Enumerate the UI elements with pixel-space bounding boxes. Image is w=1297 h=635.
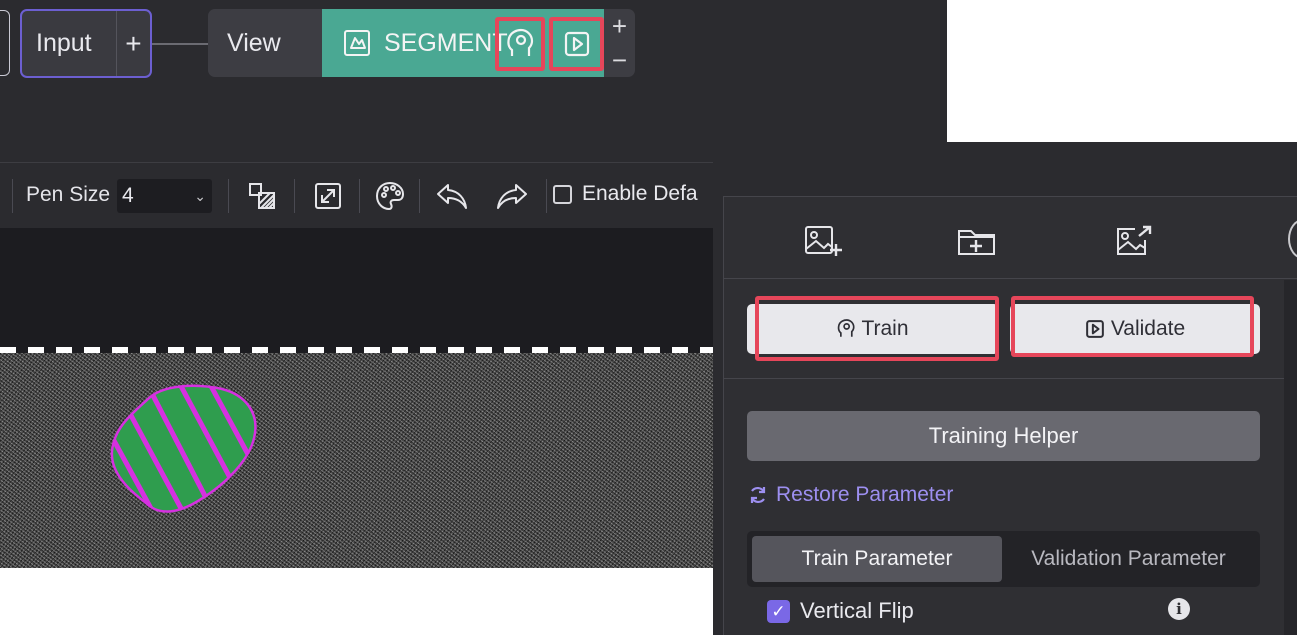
view-node-label: View [227, 28, 281, 57]
enable-default-label: Enable Defa [582, 182, 698, 205]
blank-region [947, 0, 1297, 142]
restore-parameter-link[interactable]: Restore Parameter [748, 483, 953, 507]
segmentation-mask[interactable] [100, 375, 270, 525]
training-helper-label: Training Helper [928, 423, 1079, 448]
toolbar-divider [12, 179, 13, 213]
add-image-icon[interactable] [801, 221, 845, 261]
toolbar-divider [228, 179, 229, 213]
vertical-flip-checkbox[interactable]: ✓ Vertical Flip [767, 598, 914, 624]
checkbox-box[interactable] [553, 184, 572, 204]
train-icon[interactable] [495, 17, 545, 71]
partial-node[interactable] [0, 10, 10, 76]
info-icon[interactable]: i [1168, 598, 1190, 620]
chevron-down-icon: ⌄ [194, 187, 206, 204]
tab-train-parameter-label: Train Parameter [801, 547, 953, 570]
tab-validation-parameter[interactable]: Validation Parameter [1002, 536, 1255, 582]
zoom-in-button[interactable]: + [612, 11, 627, 42]
zoom-control: + − [604, 9, 635, 77]
image-boundary-line [0, 347, 713, 353]
view-node[interactable]: View [208, 9, 322, 77]
toolbar-divider [419, 179, 420, 213]
pen-size-select[interactable]: 4 ⌄ [117, 179, 212, 213]
tab-validation-parameter-label: Validation Parameter [1031, 547, 1226, 570]
expand-icon[interactable] [311, 178, 345, 214]
info-glyph: i [1176, 600, 1182, 618]
panel-divider [723, 378, 1284, 379]
panel-scrollbar[interactable] [1284, 280, 1297, 635]
training-helper-button[interactable]: Training Helper [747, 411, 1260, 461]
enable-default-checkbox[interactable]: Enable Defa [553, 182, 698, 206]
brush-fill-icon[interactable] [245, 178, 279, 214]
zoom-out-button[interactable]: − [612, 45, 627, 76]
panel-divider [723, 278, 1297, 279]
palette-icon[interactable] [373, 178, 407, 214]
export-image-icon[interactable] [1111, 221, 1155, 261]
add-node-button[interactable]: + [117, 28, 150, 60]
train-highlight-box [755, 296, 999, 361]
segment-node-label: SEGMENT [384, 28, 508, 57]
checkbox-checked[interactable]: ✓ [767, 599, 790, 623]
pen-size-value: 4 [122, 184, 134, 207]
pen-size-label: Pen Size [26, 183, 111, 206]
panel-gutter [713, 196, 723, 635]
validate-highlight-box [1011, 296, 1254, 357]
parameter-tabs: Train Parameter Validation Parameter [747, 531, 1260, 587]
undo-icon[interactable] [435, 178, 469, 214]
refresh-icon [748, 485, 768, 505]
vertical-flip-label: Vertical Flip [800, 598, 914, 623]
toolbar-divider [359, 179, 360, 213]
redo-icon[interactable] [495, 178, 529, 214]
toolbar-divider [294, 179, 295, 213]
annotation-toolbar: Pen Size 4 ⌄ Enable Defa [0, 162, 713, 228]
blank-region [0, 568, 713, 635]
input-node[interactable]: Input + [20, 9, 152, 78]
toolbar-divider [546, 179, 547, 213]
input-node-label: Input [36, 29, 92, 57]
panel-header-strip [713, 142, 1297, 196]
validate-icon[interactable] [549, 17, 604, 71]
node-connector [152, 43, 210, 45]
add-folder-icon[interactable] [955, 221, 999, 261]
tab-train-parameter[interactable]: Train Parameter [752, 536, 1002, 582]
restore-parameter-label: Restore Parameter [776, 483, 954, 506]
segment-icon [342, 28, 372, 58]
canvas-background [0, 228, 713, 350]
